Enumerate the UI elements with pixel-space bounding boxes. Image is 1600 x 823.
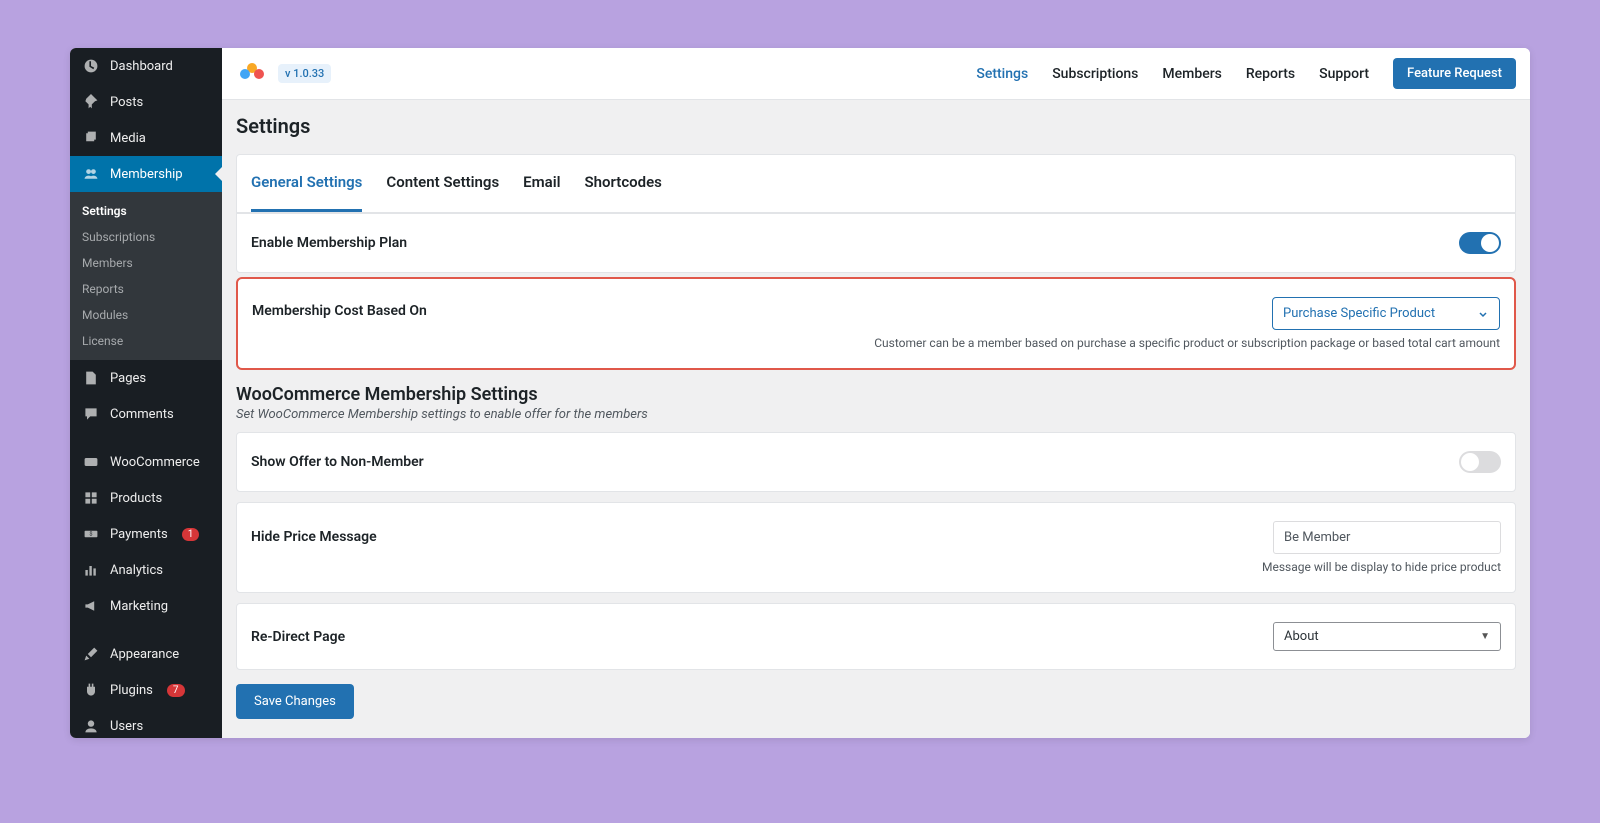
page-icon xyxy=(82,369,100,387)
woo-icon xyxy=(82,453,100,471)
comment-icon xyxy=(82,405,100,423)
sidebar-item-woocommerce[interactable]: WooCommerce xyxy=(70,444,222,480)
sidebar-item-label: Posts xyxy=(110,95,143,110)
nav-subscriptions[interactable]: Subscriptions xyxy=(1052,66,1138,82)
sidebar-sub-modules[interactable]: Modules xyxy=(70,302,222,328)
chevron-down-icon xyxy=(1477,308,1489,320)
topbar: v 1.0.33 Settings Subscriptions Members … xyxy=(222,48,1530,100)
wc-section-subtitle: Set WooCommerce Membership settings to e… xyxy=(236,407,1516,422)
wc-section-title: WooCommerce Membership Settings xyxy=(236,384,1516,405)
sidebar-sub-reports[interactable]: Reports xyxy=(70,276,222,302)
hide-price-input[interactable] xyxy=(1273,521,1501,554)
hide-price-label: Hide Price Message xyxy=(251,521,377,545)
cost-based-on-row: Membership Cost Based On Purchase Specif… xyxy=(236,277,1516,370)
plug-icon xyxy=(82,681,100,699)
tab-general[interactable]: General Settings xyxy=(251,155,362,212)
sidebar-item-dashboard[interactable]: Dashboard xyxy=(70,48,222,84)
nav-settings[interactable]: Settings xyxy=(976,66,1028,82)
sidebar-item-label: Membership xyxy=(110,167,183,182)
cost-helper-text: Customer can be a member based on purcha… xyxy=(874,336,1500,350)
select-value: About xyxy=(1284,629,1319,644)
sidebar-sub-subscriptions[interactable]: Subscriptions xyxy=(70,224,222,250)
cost-based-on-label: Membership Cost Based On xyxy=(252,297,427,319)
sidebar-item-users[interactable]: Users xyxy=(70,708,222,738)
sidebar-item-label: Users xyxy=(110,719,143,734)
sidebar-item-membership[interactable]: Membership xyxy=(70,156,222,192)
app-logo-icon xyxy=(236,60,268,88)
tab-shortcodes[interactable]: Shortcodes xyxy=(585,155,662,212)
redirect-label: Re-Direct Page xyxy=(251,629,345,645)
badge: 7 xyxy=(167,684,185,697)
save-changes-button[interactable]: Save Changes xyxy=(236,684,354,719)
tab-content[interactable]: Content Settings xyxy=(386,155,499,212)
show-offer-toggle[interactable] xyxy=(1459,451,1501,473)
badge: 1 xyxy=(182,528,200,541)
svg-text:$: $ xyxy=(89,531,92,538)
user-icon xyxy=(82,717,100,735)
sidebar-item-pages[interactable]: Pages xyxy=(70,360,222,396)
sidebar-item-label: Products xyxy=(110,491,162,506)
sidebar-item-label: Appearance xyxy=(110,647,179,662)
cost-based-on-select[interactable]: Purchase Specific Product xyxy=(1272,297,1500,330)
tabs: General Settings Content Settings Email … xyxy=(237,155,1515,213)
show-offer-label: Show Offer to Non-Member xyxy=(251,454,424,470)
sidebar-item-posts[interactable]: Posts xyxy=(70,84,222,120)
hide-price-panel: Hide Price Message Message will be displ… xyxy=(236,502,1516,593)
hide-price-row: Hide Price Message Message will be displ… xyxy=(237,503,1515,592)
page-title: Settings xyxy=(236,114,1516,138)
megaphone-icon xyxy=(82,597,100,615)
money-icon: $ xyxy=(82,525,100,543)
enable-membership-label: Enable Membership Plan xyxy=(251,235,407,251)
nav-support[interactable]: Support xyxy=(1319,66,1369,82)
sidebar-item-products[interactable]: Products xyxy=(70,480,222,516)
dashboard-icon xyxy=(82,57,100,75)
sidebar-item-label: Marketing xyxy=(110,599,168,614)
sidebar-item-label: Pages xyxy=(110,371,146,386)
sidebar-item-plugins[interactable]: Plugins 7 xyxy=(70,672,222,708)
feature-request-button[interactable]: Feature Request xyxy=(1393,58,1516,89)
sidebar-submenu: Settings Subscriptions Members Reports M… xyxy=(70,192,222,360)
nav-members[interactable]: Members xyxy=(1162,66,1221,82)
sidebar-item-marketing[interactable]: Marketing xyxy=(70,588,222,624)
sidebar-item-media[interactable]: Media xyxy=(70,120,222,156)
redirect-panel: Re-Direct Page About ▼ xyxy=(236,603,1516,670)
sidebar-item-label: Payments xyxy=(110,527,168,542)
redirect-select[interactable]: About ▼ xyxy=(1273,622,1501,651)
products-icon xyxy=(82,489,100,507)
main-content: v 1.0.33 Settings Subscriptions Members … xyxy=(222,48,1530,738)
enable-membership-toggle[interactable] xyxy=(1459,232,1501,254)
media-icon xyxy=(82,129,100,147)
sidebar: Dashboard Posts Media Membership Setting… xyxy=(70,48,222,738)
sidebar-sub-members[interactable]: Members xyxy=(70,250,222,276)
pin-icon xyxy=(82,93,100,111)
tab-email[interactable]: Email xyxy=(523,155,560,212)
sidebar-item-label: Comments xyxy=(110,407,174,422)
version-badge: v 1.0.33 xyxy=(278,64,331,83)
topbar-nav: Settings Subscriptions Members Reports S… xyxy=(976,58,1516,89)
settings-panel: General Settings Content Settings Email … xyxy=(236,154,1516,273)
sidebar-item-payments[interactable]: $ Payments 1 xyxy=(70,516,222,552)
chart-icon xyxy=(82,561,100,579)
sidebar-item-analytics[interactable]: Analytics xyxy=(70,552,222,588)
hide-price-helper: Message will be display to hide price pr… xyxy=(1262,560,1501,574)
redirect-row: Re-Direct Page About ▼ xyxy=(237,604,1515,669)
sidebar-item-label: WooCommerce xyxy=(110,455,200,470)
sidebar-item-label: Analytics xyxy=(110,563,163,578)
sidebar-item-label: Media xyxy=(110,131,146,146)
sidebar-sub-license[interactable]: License xyxy=(70,328,222,354)
people-icon xyxy=(82,165,100,183)
show-offer-row: Show Offer to Non-Member xyxy=(237,433,1515,491)
caret-down-icon: ▼ xyxy=(1480,631,1490,642)
sidebar-item-label: Dashboard xyxy=(110,59,173,74)
sidebar-item-label: Plugins xyxy=(110,683,153,698)
sidebar-item-appearance[interactable]: Appearance xyxy=(70,636,222,672)
sidebar-item-comments[interactable]: Comments xyxy=(70,396,222,432)
brush-icon xyxy=(82,645,100,663)
show-offer-panel: Show Offer to Non-Member xyxy=(236,432,1516,492)
nav-reports[interactable]: Reports xyxy=(1246,66,1295,82)
enable-membership-row: Enable Membership Plan xyxy=(237,213,1515,272)
sidebar-sub-settings[interactable]: Settings xyxy=(70,198,222,224)
select-value: Purchase Specific Product xyxy=(1283,306,1435,321)
